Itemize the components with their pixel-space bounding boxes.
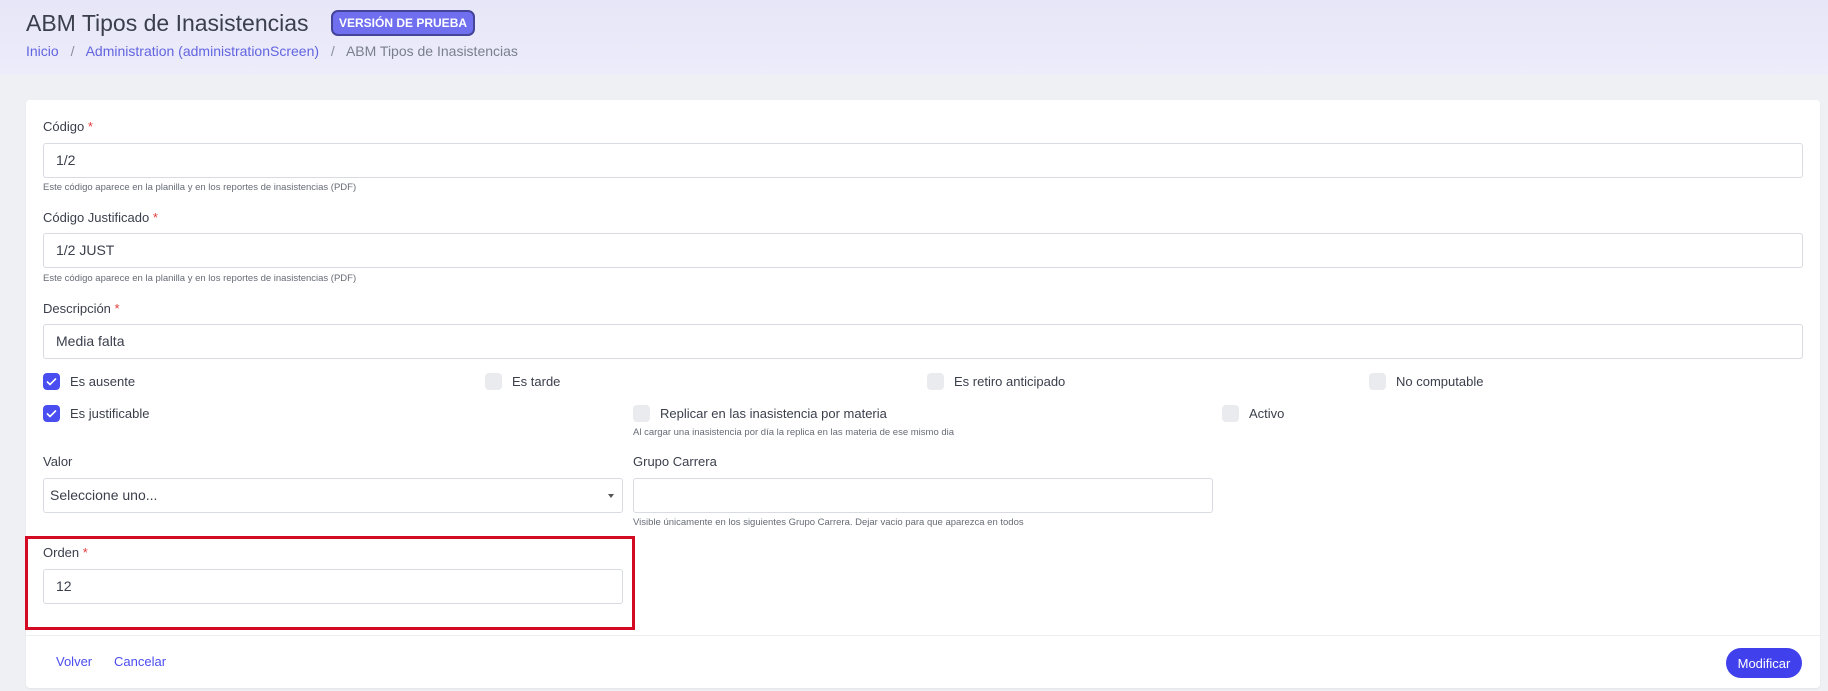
- replicar-hint: Al cargar una inasistencia por día la re…: [633, 427, 955, 438]
- grupo-carrera-hint: Visible únicamente en los siguientes Gru…: [633, 517, 1024, 528]
- breadcrumb: Inicio / Administration (administrationS…: [26, 43, 518, 59]
- es-retiro-anticipado-checkbox[interactable]: Es retiro anticipado: [927, 372, 1065, 390]
- valor-label: Valor: [43, 454, 73, 469]
- es-ausente-label: Es ausente: [70, 373, 136, 389]
- unchecked-icon: [485, 372, 502, 390]
- unchecked-icon: [927, 372, 944, 390]
- unchecked-icon: [1369, 372, 1386, 390]
- es-justificable-checkbox[interactable]: Es justificable: [43, 404, 149, 422]
- codigo-justificado-label-text: Código Justificado: [43, 210, 150, 225]
- codigo-justificado-label: Código Justificado *: [43, 210, 158, 225]
- checked-icon: [43, 372, 60, 390]
- breadcrumb-home-link[interactable]: Inicio: [26, 43, 59, 59]
- footer-divider: [26, 635, 1820, 636]
- breadcrumb-separator: /: [70, 43, 75, 59]
- es-retiro-anticipado-label: Es retiro anticipado: [954, 373, 1066, 389]
- checked-icon: [43, 404, 60, 422]
- unchecked-icon: [633, 404, 650, 422]
- codigo-justificado-input[interactable]: 1/2 JUST: [43, 233, 1803, 268]
- descripcion-label-text: Descripción: [43, 301, 111, 316]
- highlight-box: [25, 536, 635, 630]
- trial-version-badge: VERSIÓN DE PRUEBA: [331, 10, 476, 36]
- valor-select[interactable]: Seleccione uno...: [43, 478, 623, 513]
- grupo-carrera-label: Grupo Carrera: [633, 454, 717, 469]
- volver-button[interactable]: Volver: [56, 654, 92, 669]
- valor-selected: Seleccione uno...: [50, 487, 158, 503]
- no-computable-checkbox[interactable]: No computable: [1369, 372, 1483, 390]
- no-computable-label: No computable: [1396, 373, 1484, 389]
- es-tarde-checkbox[interactable]: Es tarde: [485, 372, 560, 390]
- cancelar-button[interactable]: Cancelar: [114, 654, 166, 669]
- es-tarde-label: Es tarde: [512, 373, 561, 389]
- es-ausente-checkbox[interactable]: Es ausente: [43, 372, 135, 390]
- codigo-input[interactable]: 1/2: [43, 143, 1803, 178]
- es-justificable-label: Es justificable: [70, 405, 150, 421]
- activo-checkbox[interactable]: Activo: [1222, 404, 1284, 422]
- breadcrumb-current: ABM Tipos de Inasistencias: [345, 43, 518, 59]
- activo-label: Activo: [1249, 405, 1285, 421]
- codigo-label-text: Código: [43, 119, 85, 134]
- page-title: ABM Tipos de Inasistencias: [26, 10, 309, 36]
- page-header: ABM Tipos de Inasistencias VERSIÓN DE PR…: [0, 0, 1828, 75]
- modificar-button[interactable]: Modificar: [1726, 648, 1802, 678]
- unchecked-icon: [1222, 404, 1239, 422]
- required-mark: *: [152, 210, 158, 225]
- required-mark: *: [87, 119, 93, 134]
- chevron-down-icon: [608, 494, 614, 498]
- codigo-hint: Este código aparece en la planilla y en …: [43, 182, 357, 193]
- descripcion-input[interactable]: Media falta: [43, 324, 1803, 359]
- grupo-carrera-input[interactable]: [633, 478, 1213, 513]
- required-mark: *: [114, 301, 120, 316]
- codigo-label: Código *: [43, 119, 93, 134]
- breadcrumb-separator: /: [330, 43, 335, 59]
- codigo-justificado-hint: Este código aparece en la planilla y en …: [43, 273, 357, 284]
- replicar-checkbox[interactable]: Replicar en las inasistencia por materia: [633, 404, 887, 422]
- descripcion-label: Descripción *: [43, 301, 120, 316]
- replicar-label: Replicar en las inasistencia por materia: [660, 405, 887, 421]
- breadcrumb-admin-link[interactable]: Administration (administrationScreen): [86, 43, 319, 59]
